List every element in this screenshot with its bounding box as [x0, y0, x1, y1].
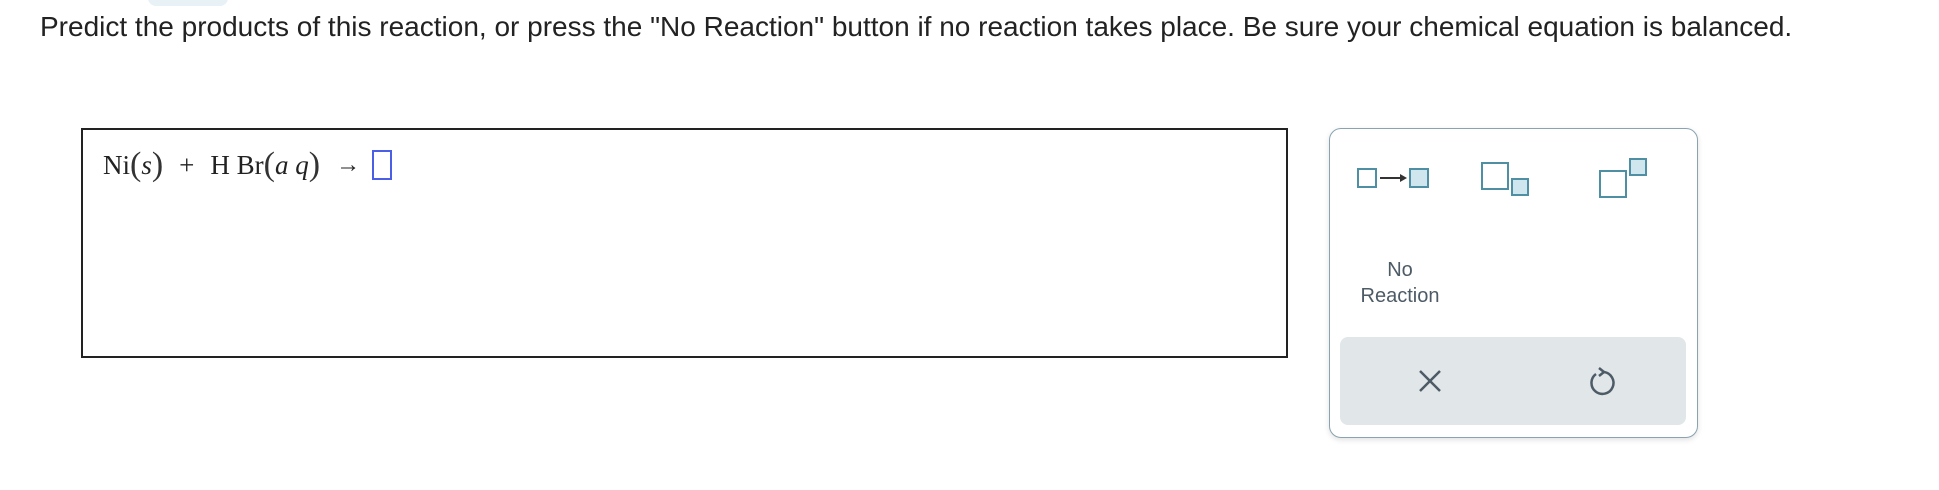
product-input-slot[interactable]: [372, 150, 393, 180]
action-bar: [1340, 337, 1686, 425]
clear-button[interactable]: [1410, 361, 1450, 401]
no-reaction-label-line1: No: [1387, 259, 1413, 281]
superscript-box-icon: [1599, 158, 1647, 198]
reaction-arrow: →: [336, 151, 361, 178]
equation-tool-panel: No Reaction: [1329, 128, 1698, 438]
question-prompt: Predict the products of this reaction, o…: [40, 11, 1793, 42]
undo-icon: [1590, 367, 1615, 396]
chemical-equation: Ni ( s ) + H Br ( a q ) →: [103, 146, 393, 184]
superscript-tool-button[interactable]: [1598, 157, 1668, 202]
no-reaction-button[interactable]: No Reaction: [1340, 257, 1460, 309]
close-paren: ): [151, 146, 164, 183]
reaction-arrow-tool-button[interactable]: [1354, 159, 1434, 199]
reactant2-formula: H Br: [210, 149, 264, 180]
reactant1-formula: Ni: [103, 149, 130, 180]
plus-sign: +: [179, 149, 195, 180]
open-paren: (: [263, 146, 275, 183]
undo-button[interactable]: [1582, 361, 1622, 401]
subscript-box-icon: [1481, 162, 1529, 196]
open-paren: (: [130, 146, 142, 183]
page: Predict the products of this reaction, o…: [0, 0, 1939, 490]
x-icon: [1419, 370, 1441, 392]
reactant1-state: s: [141, 149, 152, 180]
close-paren: ): [308, 146, 321, 183]
top-tab-decoration: [148, 0, 228, 6]
subscript-tool-button[interactable]: [1480, 159, 1550, 204]
equation-answer-box[interactable]: Ni ( s ) + H Br ( a q ) →: [81, 128, 1288, 358]
reactant2-state: a q: [274, 149, 309, 180]
box-arrow-box-icon: [1357, 168, 1429, 188]
no-reaction-label-line2: Reaction: [1360, 285, 1440, 307]
